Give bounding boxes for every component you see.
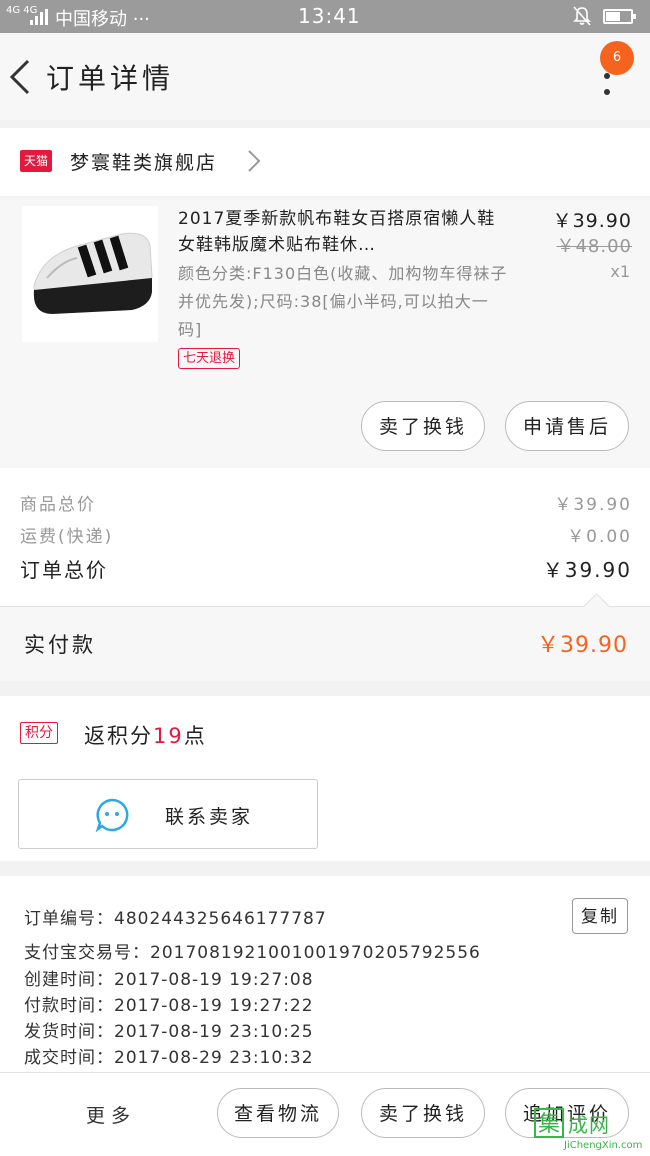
completed-time: 成交时间：2017-08-29 23:10:32 (24, 1048, 314, 1068)
more-button[interactable]: 更多 (86, 1101, 136, 1128)
battery-icon (603, 9, 636, 24)
shop-header[interactable]: 天猫 梦寰鞋类旗舰店 (0, 128, 650, 196)
back-arrow-icon[interactable] (8, 57, 32, 97)
created-time: 创建时间：2017-08-19 19:27:08 (24, 970, 314, 990)
product-sku: 颜色分类:F130白色(收藏、加构物车得袜子并优先发);尺码:38[偏小半码,可… (178, 264, 508, 339)
amount-paid-label: 实付款 (24, 633, 96, 657)
shop-name[interactable]: 梦寰鞋类旗舰店 (70, 148, 217, 175)
resell-button[interactable]: 卖了换钱 (361, 401, 485, 451)
alipay-trade-number: 支付宝交易号：2017081921001001970205792556 (24, 943, 481, 963)
points-count: 19 (153, 724, 184, 748)
view-logistics-button[interactable]: 查看物流 (217, 1088, 339, 1138)
points-tag: 积分 (20, 722, 58, 744)
nav-bar: 订单详情 6 (0, 33, 650, 120)
goods-total-value: ￥39.90 (554, 495, 632, 515)
goods-total-label: 商品总价 (20, 495, 96, 515)
contact-seller-label: 联系卖家 (165, 806, 254, 828)
order-item[interactable]: 2017夏季新款帆布鞋女百搭原宿懒人鞋女鞋韩版魔术贴布鞋休… 颜色分类:F130… (0, 198, 650, 468)
carrier-name: 中国移动 ··· (55, 9, 150, 30)
page-title: 订单详情 (46, 62, 175, 95)
after-sales-button[interactable]: 申请售后 (505, 401, 629, 451)
item-quantity: x1 (610, 262, 630, 281)
points-text: 返积分19点 (84, 724, 207, 748)
chevron-right-icon (248, 150, 261, 172)
chat-bubble-icon (95, 798, 129, 832)
copy-button[interactable]: 复制 (572, 898, 628, 934)
order-number: 订单编号：480244325646177787 (24, 909, 327, 929)
amount-paid-value: ￥39.90 (537, 633, 628, 658)
item-original-price: ￥48.00 (556, 236, 632, 257)
product-image[interactable] (22, 206, 158, 342)
message-badge[interactable]: 6 (600, 41, 634, 75)
product-title[interactable]: 2017夏季新款帆布鞋女百搭原宿懒人鞋女鞋韩版魔术贴布鞋休… (178, 206, 508, 258)
status-bar: 4G 4G 中国移动 ··· 13:41 (0, 0, 650, 33)
order-total-label: 订单总价 (20, 558, 108, 582)
amount-paid: 实付款 ￥39.90 (0, 593, 650, 681)
item-price: ￥39.90 (552, 210, 632, 232)
shipped-time: 发货时间：2017-08-19 23:10:25 (24, 1022, 314, 1042)
price-summary: 商品总价 ￥39.90 运费(快递) ￥0.00 订单总价 ￥39.90 (0, 468, 650, 606)
shipping-label: 运费(快递) (20, 527, 114, 547)
resell-bottom-button[interactable]: 卖了换钱 (361, 1088, 485, 1138)
tmall-logo: 天猫 (20, 150, 52, 172)
clock: 13:41 (298, 4, 361, 28)
contact-seller-button[interactable]: 联系卖家 (18, 779, 318, 849)
watermark-logo-icon: 集 (534, 1108, 564, 1138)
paid-time: 付款时间：2017-08-19 19:27:22 (24, 996, 314, 1016)
seven-day-return-tag: 七天退换 (178, 348, 241, 369)
site-watermark: 集 成网 JiChengXin.com (534, 1108, 648, 1152)
order-total-value: ￥39.90 (542, 558, 632, 582)
bell-muted-icon (573, 6, 591, 26)
order-info: 订单编号：480244325646177787 复制 支付宝交易号：201708… (0, 876, 650, 1072)
more-vertical-icon[interactable] (596, 73, 616, 97)
points-section: 积分 返积分19点 联系卖家 (0, 696, 650, 861)
shipping-value: ￥0.00 (567, 527, 632, 547)
signal-icon (30, 9, 48, 25)
